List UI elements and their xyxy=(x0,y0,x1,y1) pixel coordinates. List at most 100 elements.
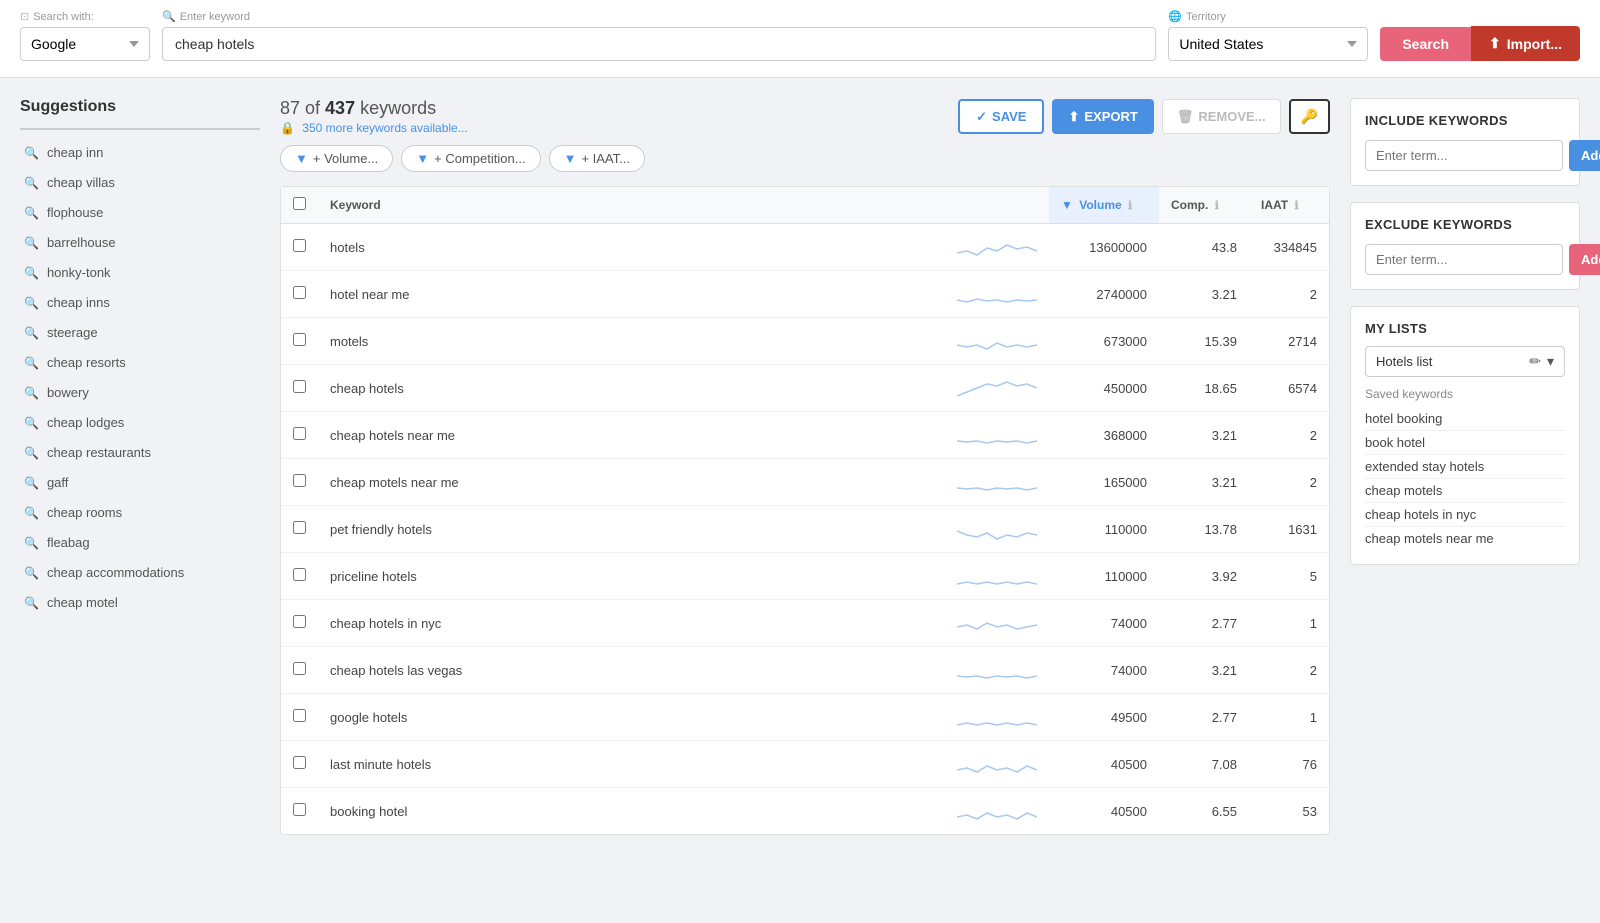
edit-icon[interactable]: ✏ xyxy=(1529,353,1541,370)
suggestion-item[interactable]: 🔍cheap inn xyxy=(20,138,260,168)
more-keywords-link[interactable]: 350 more keywords available... xyxy=(302,121,467,135)
suggestion-item[interactable]: 🔍steerage xyxy=(20,318,260,348)
sparkline-svg xyxy=(957,656,1037,684)
table-row: cheap hotels in nyc 74000 2.77 1 xyxy=(281,600,1329,647)
iaat-cell: 6574 xyxy=(1249,365,1329,412)
suggestion-item[interactable]: 🔍cheap rooms xyxy=(20,498,260,528)
search-button[interactable]: Search xyxy=(1380,27,1471,61)
filter-iaat-button[interactable]: ▼ + IAAT... xyxy=(549,145,645,172)
suggestion-item[interactable]: 🔍honky-tonk xyxy=(20,258,260,288)
key-button[interactable]: 🔑 xyxy=(1289,99,1330,134)
search-with-group: ⊡ Search with: Google Bing xyxy=(20,10,150,61)
comp-cell: 2.77 xyxy=(1159,694,1249,741)
sparkline-cell xyxy=(945,600,1049,647)
suggestion-item[interactable]: 🔍gaff xyxy=(20,468,260,498)
search-engine-select[interactable]: Google Bing xyxy=(20,27,150,61)
row-checkbox[interactable] xyxy=(293,521,306,534)
row-checkbox[interactable] xyxy=(293,803,306,816)
suggestion-search-icon: 🔍 xyxy=(24,566,39,580)
search-import-group: Search ⬆ Import... xyxy=(1380,26,1580,61)
header-volume[interactable]: ▼ Volume ℹ xyxy=(1049,187,1159,224)
suggestion-item[interactable]: 🔍barrelhouse xyxy=(20,228,260,258)
keyword-cell: hotel near me xyxy=(318,271,945,318)
filter-icon-2: ▼ xyxy=(416,151,429,166)
suggestion-search-icon: 🔍 xyxy=(24,596,39,610)
table-row: hotels 13600000 43.8 334845 xyxy=(281,224,1329,271)
row-checkbox[interactable] xyxy=(293,615,306,628)
volume-cell: 13600000 xyxy=(1049,224,1159,271)
row-checkbox[interactable] xyxy=(293,709,306,722)
keyword-cell: hotels xyxy=(318,224,945,271)
iaat-cell: 1631 xyxy=(1249,506,1329,553)
table-row: cheap hotels 450000 18.65 6574 xyxy=(281,365,1329,412)
suggestion-item[interactable]: 🔍cheap lodges xyxy=(20,408,260,438)
keyword-input[interactable] xyxy=(162,27,1156,61)
row-checkbox-cell xyxy=(281,271,318,318)
comp-cell: 43.8 xyxy=(1159,224,1249,271)
table-row: motels 673000 15.39 2714 xyxy=(281,318,1329,365)
keyword-cell: cheap hotels near me xyxy=(318,412,945,459)
select-all-checkbox[interactable] xyxy=(293,197,306,210)
keywords-count: 87 of 437 keywords xyxy=(280,98,468,119)
keyword-cell: pet friendly hotels xyxy=(318,506,945,553)
header-iaat[interactable]: IAAT ℹ xyxy=(1249,187,1329,224)
table-header: Keyword ▼ Volume ℹ Comp. ℹ IAAT xyxy=(281,187,1329,224)
keyword-label: 🔍 Enter keyword xyxy=(162,10,1156,23)
comp-cell: 3.92 xyxy=(1159,553,1249,600)
top-bar: ⊡ Search with: Google Bing 🔍 Enter keywo… xyxy=(0,0,1600,78)
list-name: Hotels list xyxy=(1376,354,1432,369)
table-row: cheap hotels las vegas 74000 3.21 2 xyxy=(281,647,1329,694)
save-button[interactable]: ✓ SAVE xyxy=(958,99,1044,134)
suggestion-item[interactable]: 🔍cheap inns xyxy=(20,288,260,318)
saved-keyword-item: extended stay hotels xyxy=(1365,455,1565,479)
row-checkbox[interactable] xyxy=(293,474,306,487)
row-checkbox-cell xyxy=(281,365,318,412)
remove-button[interactable]: 🗑 REMOVE... xyxy=(1162,99,1281,134)
suggestion-item[interactable]: 🔍bowery xyxy=(20,378,260,408)
include-keyword-input[interactable] xyxy=(1365,140,1563,171)
iaat-cell: 1 xyxy=(1249,694,1329,741)
row-checkbox[interactable] xyxy=(293,756,306,769)
iaat-cell: 334845 xyxy=(1249,224,1329,271)
trash-icon: 🗑 xyxy=(1177,109,1194,125)
suggestion-item[interactable]: 🔍cheap villas xyxy=(20,168,260,198)
suggestion-item[interactable]: 🔍cheap accommodations xyxy=(20,558,260,588)
chevron-down-icon[interactable]: ▾ xyxy=(1547,353,1554,370)
sparkline-svg xyxy=(957,703,1037,731)
suggestion-item[interactable]: 🔍cheap resorts xyxy=(20,348,260,378)
keyword-cell: priceline hotels xyxy=(318,553,945,600)
keyword-cell: motels xyxy=(318,318,945,365)
row-checkbox[interactable] xyxy=(293,662,306,675)
suggestion-item[interactable]: 🔍fleabag xyxy=(20,528,260,558)
territory-select[interactable]: United States United Kingdom Canada xyxy=(1168,27,1368,61)
row-checkbox[interactable] xyxy=(293,568,306,581)
exclude-add-button[interactable]: Add xyxy=(1569,244,1600,275)
filter-volume-button[interactable]: ▼ + Volume... xyxy=(280,145,393,172)
header-keyword[interactable]: Keyword xyxy=(318,187,945,224)
suggestions-title: Suggestions xyxy=(20,98,260,116)
suggestion-item[interactable]: 🔍cheap motel xyxy=(20,588,260,618)
include-input-row: Add xyxy=(1365,140,1565,171)
row-checkbox[interactable] xyxy=(293,380,306,393)
list-selector[interactable]: Hotels list ✏ ▾ xyxy=(1365,346,1565,377)
include-add-button[interactable]: Add xyxy=(1569,140,1600,171)
suggestion-item[interactable]: 🔍cheap restaurants xyxy=(20,438,260,468)
row-checkbox[interactable] xyxy=(293,333,306,346)
row-checkbox[interactable] xyxy=(293,286,306,299)
volume-info-icon: ℹ xyxy=(1128,200,1132,212)
suggestions-list: 🔍cheap inn🔍cheap villas🔍flophouse🔍barrel… xyxy=(20,138,260,618)
row-checkbox[interactable] xyxy=(293,239,306,252)
header-comp[interactable]: Comp. ℹ xyxy=(1159,187,1249,224)
suggestion-search-icon: 🔍 xyxy=(24,536,39,550)
suggestions-divider xyxy=(20,128,260,130)
exclude-keyword-input[interactable] xyxy=(1365,244,1563,275)
import-button[interactable]: ⬆ Import... xyxy=(1471,26,1580,61)
row-checkbox[interactable] xyxy=(293,427,306,440)
territory-group: 🌐 Territory United States United Kingdom… xyxy=(1168,10,1368,61)
right-panel: INCLUDE KEYWORDS Add EXCLUDE KEYWORDS Ad… xyxy=(1350,98,1580,881)
volume-cell: 40500 xyxy=(1049,788,1159,835)
filter-competition-button[interactable]: ▼ + Competition... xyxy=(401,145,540,172)
suggestion-item[interactable]: 🔍flophouse xyxy=(20,198,260,228)
export-button[interactable]: ⬆ EXPORT xyxy=(1052,99,1153,134)
include-keywords-section: INCLUDE KEYWORDS Add xyxy=(1350,98,1580,186)
